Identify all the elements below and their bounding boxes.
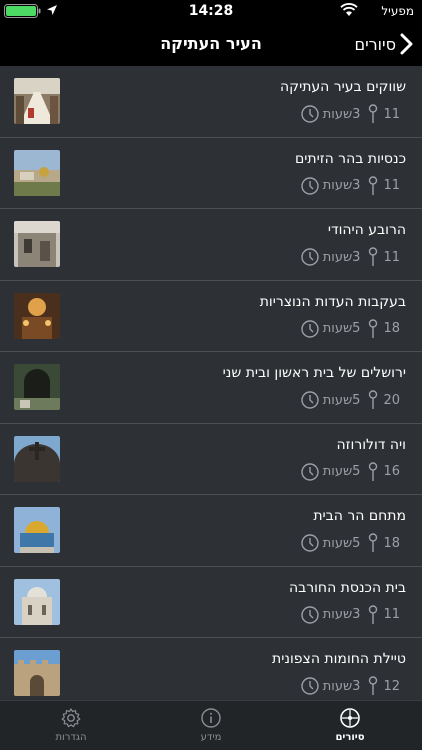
tour-duration: 5שעות xyxy=(322,321,361,336)
tour-stops-count: 11 xyxy=(383,106,400,122)
map-pin-icon xyxy=(369,104,378,123)
tour-title: כנסיות בהר הזיתים xyxy=(294,150,406,167)
clock-icon xyxy=(301,319,319,338)
clock-icon xyxy=(301,248,319,266)
status-time: 14:28 xyxy=(188,3,234,19)
tour-row[interactable]: ויה דולורוזה 16 5שעות xyxy=(0,424,422,495)
tour-meta: 11 3שעות xyxy=(301,104,400,124)
tour-thumbnail xyxy=(14,149,60,196)
tour-stops-count: 18 xyxy=(383,321,400,336)
navigation-bar: העיר העתיקה סיורים xyxy=(0,22,422,66)
tour-meta: 11 3שעות xyxy=(301,247,400,267)
map-pin-icon xyxy=(369,390,378,409)
tour-duration: 3שעות xyxy=(322,607,361,622)
tours-icon xyxy=(340,708,360,728)
battery-icon xyxy=(4,4,41,18)
tour-title: טיילת החומות הצפונית xyxy=(272,651,406,667)
tour-meta: 11 3שעות xyxy=(301,604,400,625)
info-icon xyxy=(201,708,221,728)
tab-settings[interactable]: הגדרות xyxy=(31,707,111,743)
status-bar: מפעיל 14:28 xyxy=(0,0,422,22)
clock-icon xyxy=(301,677,319,695)
tour-row[interactable]: טיילת החומות הצפונית 12 3שעות xyxy=(0,638,422,700)
tour-row[interactable]: בית הכנסת החורבה 11 3שעות xyxy=(0,567,422,638)
tour-thumbnail xyxy=(14,364,60,410)
tour-meta: 12 3שעות xyxy=(301,676,400,696)
tour-thumbnail xyxy=(14,435,60,482)
tour-meta: 18 5שעות xyxy=(301,533,400,553)
map-pin-icon xyxy=(369,604,378,624)
tour-thumbnail xyxy=(14,292,60,339)
tour-title: הרובע היהודי xyxy=(327,222,406,238)
back-button[interactable]: סיורים xyxy=(354,30,414,58)
tour-row[interactable]: ירושלים של בית ראשון ובית שני 20 5שעות xyxy=(0,352,422,424)
tour-duration: 3שעות xyxy=(322,249,361,265)
tour-meta: 18 5שעות xyxy=(301,318,400,339)
tour-stops-count: 11 xyxy=(383,178,400,193)
tour-thumbnail xyxy=(14,507,60,553)
location-arrow-icon xyxy=(47,5,57,15)
tour-duration: 5שעות xyxy=(322,535,361,551)
tour-title: ויה דולורוזה xyxy=(336,436,406,453)
tour-stops-count: 12 xyxy=(383,678,400,694)
tab-info-label: מידע xyxy=(200,732,222,743)
tour-row[interactable]: שווקים בעיר העתיקה 11 3שעות xyxy=(0,66,422,138)
tour-duration: 3שעות xyxy=(322,178,361,193)
tour-stops-count: 16 xyxy=(383,464,400,479)
tour-title: מתחם הר הבית xyxy=(313,508,406,524)
map-pin-icon xyxy=(369,461,378,481)
map-pin-icon xyxy=(369,175,378,195)
tour-row[interactable]: כנסיות בהר הזיתים 11 3שעות xyxy=(0,138,422,209)
tab-info[interactable]: מידע xyxy=(171,707,251,743)
tour-duration: 5שעות xyxy=(322,392,361,408)
tab-tours[interactable]: סיורים xyxy=(310,707,390,743)
tour-list[interactable]: שווקים בעיר העתיקה 11 3שעות כנסיות בהר הזית… xyxy=(0,66,422,700)
clock-icon xyxy=(301,105,319,123)
tour-meta: 20 5שעות xyxy=(301,390,400,410)
map-pin-icon xyxy=(369,676,378,695)
tour-meta: 16 5שעות xyxy=(301,461,400,482)
clock-icon xyxy=(301,391,319,409)
clock-icon xyxy=(301,176,319,195)
tour-stops-count: 11 xyxy=(383,607,400,622)
tour-title: ירושלים של בית ראשון ובית שני xyxy=(222,365,406,381)
map-pin-icon xyxy=(369,318,378,338)
tour-thumbnail xyxy=(14,221,60,267)
tab-tours-label: סיורים xyxy=(335,732,365,743)
tour-row[interactable]: מתחם הר הבית 18 5שעות xyxy=(0,495,422,567)
tour-row[interactable]: בעקבות העדות הנוצריות 18 5שעות xyxy=(0,281,422,352)
tour-title: שווקים בעיר העתיקה xyxy=(279,79,406,95)
tour-duration: 3שעות xyxy=(322,106,361,122)
map-pin-icon xyxy=(369,247,378,266)
tour-thumbnail xyxy=(14,650,60,696)
tour-row[interactable]: הרובע היהודי 11 3שעות xyxy=(0,209,422,281)
settings-icon xyxy=(61,708,81,728)
tour-thumbnail xyxy=(14,78,60,124)
tour-duration: 5שעות xyxy=(322,464,361,479)
clock-icon xyxy=(301,605,319,624)
tour-duration: 3שעות xyxy=(322,678,361,694)
clock-icon xyxy=(301,534,319,552)
tour-meta: 11 3שעות xyxy=(301,175,400,196)
tour-stops-count: 18 xyxy=(383,535,400,551)
tour-stops-count: 11 xyxy=(383,249,400,265)
tour-thumbnail xyxy=(14,578,60,625)
back-button-label: סיורים xyxy=(354,34,396,54)
clock-icon xyxy=(301,462,319,481)
chevron-right-icon xyxy=(400,33,413,55)
tour-title: בעקבות העדות הנוצריות xyxy=(259,293,406,310)
tour-stops-count: 20 xyxy=(383,392,400,408)
tab-bar: סיורים מידע הגדרות xyxy=(0,700,422,750)
tab-settings-label: הגדרות xyxy=(55,732,87,743)
tour-title: בית הכנסת החורבה xyxy=(288,579,406,596)
map-pin-icon xyxy=(369,533,378,552)
